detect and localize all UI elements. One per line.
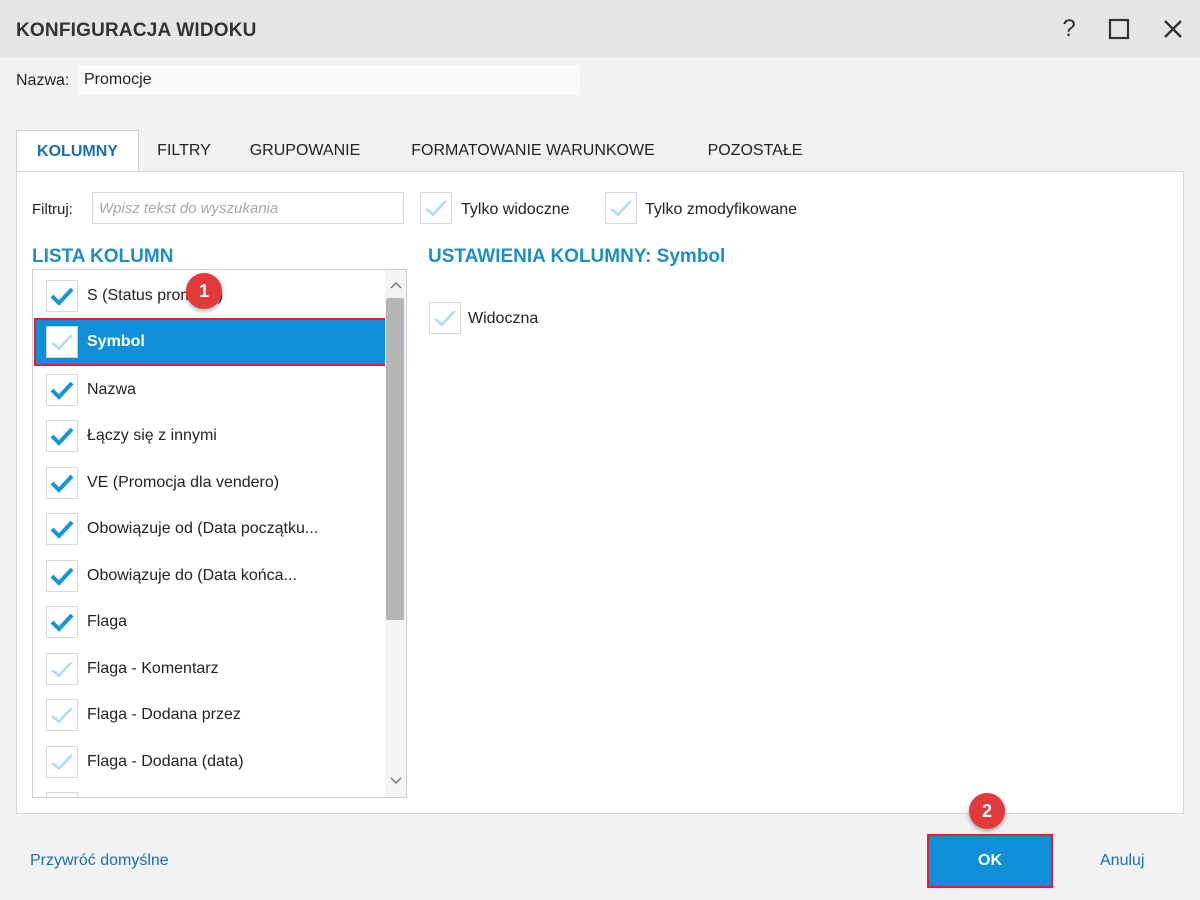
list-item-label: Nazwa bbox=[87, 381, 136, 398]
list-item-label: Obowiązuje od (Data początku... bbox=[87, 520, 319, 537]
name-label: Nazwa: bbox=[16, 72, 70, 89]
list-item[interactable]: Nazwa bbox=[33, 367, 385, 413]
check-outline-icon bbox=[425, 200, 447, 217]
list-item-label: Flaga bbox=[87, 613, 128, 630]
list-item-label: Flaga - Dodana (data) bbox=[87, 753, 244, 770]
help-icon: ? bbox=[1062, 15, 1076, 42]
name-input[interactable] bbox=[78, 65, 580, 95]
list-item-checkbox[interactable] bbox=[46, 467, 78, 499]
column-settings-title: USTAWIENIA KOLUMNY: Symbol bbox=[428, 246, 726, 267]
chevron-up-icon bbox=[390, 281, 402, 289]
list-item[interactable]: Flaga - Dodana przez bbox=[33, 692, 385, 738]
dialog-title: KONFIGURACJA WIDOKU bbox=[16, 20, 257, 41]
tab-kolumny[interactable]: KOLUMNY bbox=[16, 130, 139, 173]
visible-checkbox[interactable] bbox=[429, 302, 461, 334]
list-item-label: Obowiązuje do (Data końca... bbox=[87, 567, 297, 584]
ok-button[interactable]: OK bbox=[927, 834, 1053, 888]
check-icon bbox=[50, 287, 74, 306]
check-icon bbox=[50, 613, 74, 632]
close-button[interactable] bbox=[1156, 12, 1190, 46]
filter-label: Filtruj: bbox=[32, 201, 73, 218]
list-item[interactable]: Flaga - Komentarz bbox=[33, 646, 385, 692]
restore-defaults-link[interactable]: Przywróć domyślne bbox=[30, 852, 169, 870]
only-modified-label: Tylko zmodyfikowane bbox=[645, 201, 798, 218]
list-item-checkbox[interactable] bbox=[46, 420, 78, 452]
step-badge-2: 2 bbox=[969, 793, 1005, 829]
scroll-up-button[interactable] bbox=[386, 276, 406, 294]
list-item-checkbox[interactable] bbox=[46, 699, 78, 731]
list-item-partial[interactable] bbox=[33, 785, 385, 797]
only-modified-checkbox[interactable] bbox=[605, 192, 637, 224]
list-item-label: Flaga - Dodana przez bbox=[87, 706, 241, 723]
tab-formatowanie-warunkowe[interactable]: FORMATOWANIE WARUNKOWE bbox=[393, 130, 673, 172]
check-icon bbox=[50, 427, 74, 446]
list-item-checkbox[interactable] bbox=[46, 653, 78, 685]
only-visible-checkbox[interactable] bbox=[420, 192, 452, 224]
list-item-checkbox[interactable] bbox=[46, 280, 78, 312]
list-item[interactable]: Obowiązuje do (Data końca... bbox=[33, 553, 385, 599]
chevron-down-icon bbox=[390, 777, 402, 785]
scroll-thumb[interactable] bbox=[386, 298, 404, 620]
column-list-title: LISTA KOLUMN bbox=[32, 246, 174, 267]
list-item-label: Flaga - Komentarz bbox=[87, 660, 219, 677]
list-item-checkbox[interactable] bbox=[46, 792, 78, 797]
check-icon bbox=[50, 474, 74, 493]
check-outline-icon bbox=[51, 334, 73, 351]
filter-search-input[interactable] bbox=[92, 192, 404, 224]
list-item-label: Symbol bbox=[87, 333, 145, 350]
list-item-checkbox[interactable] bbox=[46, 606, 78, 638]
close-icon bbox=[1164, 20, 1182, 38]
list-item-selected[interactable]: Symbol bbox=[34, 318, 388, 366]
list-item[interactable]: VE (Promocja dla vendero) bbox=[33, 460, 385, 506]
check-outline-icon bbox=[51, 661, 73, 678]
check-icon bbox=[50, 381, 74, 400]
check-outline-icon bbox=[434, 310, 456, 327]
list-item-checkbox[interactable] bbox=[46, 513, 78, 545]
check-outline-icon bbox=[51, 707, 73, 724]
column-list: S (Status promocji) Symbol Nazwa Łączy s… bbox=[32, 269, 407, 798]
list-item-label: Łączy się z innymi bbox=[87, 427, 217, 444]
list-item[interactable]: Obowiązuje od (Data początku... bbox=[33, 506, 385, 552]
tab-grupowanie[interactable]: GRUPOWANIE bbox=[229, 130, 381, 172]
list-item-checkbox[interactable] bbox=[46, 560, 78, 592]
scroll-down-button[interactable] bbox=[386, 772, 406, 790]
step-badge-1: 1 bbox=[186, 273, 222, 309]
list-item-checkbox[interactable] bbox=[46, 374, 78, 406]
tab-filtry[interactable]: FILTRY bbox=[139, 130, 229, 172]
tab-pozostale[interactable]: POZOSTAŁE bbox=[684, 130, 826, 172]
list-item[interactable]: Łączy się z innymi bbox=[33, 413, 385, 459]
list-item-checkbox[interactable] bbox=[46, 326, 78, 358]
help-button[interactable]: ? bbox=[1052, 12, 1086, 46]
check-outline-icon bbox=[51, 754, 73, 771]
title-bar: KONFIGURACJA WIDOKU ? bbox=[0, 0, 1200, 58]
check-icon bbox=[50, 567, 74, 586]
list-item[interactable]: Flaga bbox=[33, 599, 385, 645]
check-icon bbox=[50, 520, 74, 539]
only-visible-label: Tylko widoczne bbox=[461, 201, 570, 218]
cancel-link[interactable]: Anuluj bbox=[1100, 852, 1144, 870]
check-outline-icon bbox=[610, 200, 632, 217]
list-item-checkbox[interactable] bbox=[46, 746, 78, 778]
visible-label: Widoczna bbox=[468, 310, 539, 327]
list-item-label: VE (Promocja dla vendero) bbox=[87, 474, 280, 491]
maximize-icon bbox=[1108, 18, 1130, 40]
list-item[interactable]: Flaga - Dodana (data) bbox=[33, 739, 385, 785]
maximize-button[interactable] bbox=[1102, 12, 1136, 46]
